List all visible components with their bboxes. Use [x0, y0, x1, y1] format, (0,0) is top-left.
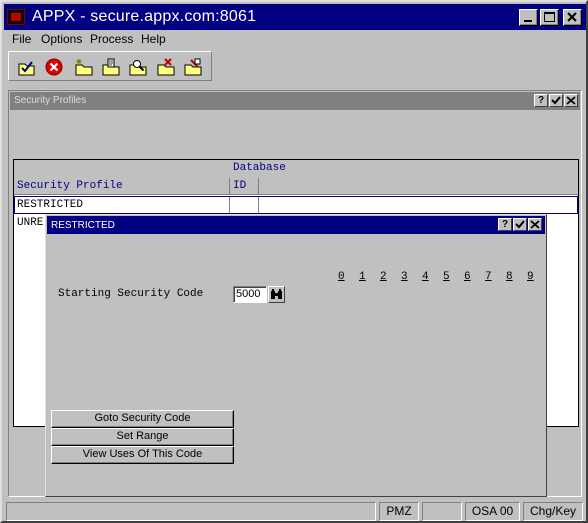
maximize-button[interactable]	[540, 9, 559, 26]
cell-divider	[229, 197, 230, 213]
new-folder-icon[interactable]	[73, 56, 95, 78]
security-profiles-titlebar[interactable]: Security Profiles ?	[10, 92, 580, 110]
menu-help[interactable]: Help	[141, 31, 166, 47]
set-range-button[interactable]: Set Range	[51, 428, 234, 446]
app-window: APPX - secure.appx.com:8061 File Options…	[0, 0, 588, 523]
profile-cell: UNRE	[17, 217, 44, 229]
delete-folder-icon[interactable]	[155, 56, 177, 78]
digit-label: 1	[359, 271, 366, 283]
digit-label: 7	[485, 271, 492, 283]
digit-label: 9	[527, 271, 534, 283]
status-pmz: PMZ	[379, 502, 419, 521]
dialog-title: RESTRICTED	[51, 220, 115, 231]
menu-options[interactable]: Options	[41, 31, 82, 47]
check-folder-icon[interactable]	[16, 56, 38, 78]
search-folder-icon[interactable]	[127, 56, 149, 78]
close-button[interactable]	[563, 9, 582, 26]
minimize-icon	[524, 20, 532, 22]
binoculars-icon	[271, 289, 282, 299]
status-chg-key: Chg/Key	[523, 502, 583, 521]
profile-cell: RESTRICTED	[17, 199, 84, 211]
cell-divider	[258, 197, 259, 213]
table-row[interactable]: RESTRICTED	[14, 196, 578, 214]
starting-security-code-field[interactable]: 5000	[233, 286, 267, 303]
restricted-dialog: RESTRICTED ? 0 1 2 3 4 5 6 7 8 9 Startin…	[45, 214, 547, 497]
close-icon	[566, 96, 576, 105]
digit-label: 3	[401, 271, 408, 283]
col-header-security-profile: Security Profile	[17, 180, 123, 192]
column-divider	[229, 178, 230, 195]
dialog-titlebar[interactable]: RESTRICTED ?	[47, 216, 545, 234]
lookup-button[interactable]	[268, 286, 285, 303]
close-icon	[530, 220, 540, 229]
digit-label: 6	[464, 271, 471, 283]
status-osa: OSA 00	[465, 502, 520, 521]
status-blank	[422, 502, 462, 521]
status-bar: PMZ OSA 00 Chg/Key	[4, 501, 586, 521]
checkmark-icon	[551, 96, 561, 105]
minimize-button[interactable]	[519, 9, 538, 26]
dialog-help-button[interactable]: ?	[498, 218, 512, 231]
window-title: APPX - secure.appx.com:8061	[32, 8, 257, 25]
digit-label: 5	[443, 271, 450, 283]
checkmark-icon	[515, 220, 525, 229]
security-profiles-title: Security Profiles	[14, 95, 87, 106]
table-header: Database Security Profile ID	[14, 160, 578, 195]
ok-button[interactable]	[549, 94, 563, 107]
title-bar[interactable]: APPX - secure.appx.com:8061	[4, 4, 586, 30]
clear-folder-icon[interactable]	[182, 56, 204, 78]
digit-label: 2	[380, 271, 387, 283]
starting-security-code-label: Starting Security Code	[58, 288, 204, 300]
dialog-ok-button[interactable]	[513, 218, 527, 231]
digit-label: 0	[338, 271, 345, 283]
menu-process[interactable]: Process	[90, 31, 133, 47]
dialog-close-button[interactable]	[528, 218, 542, 231]
help-icon: ?	[537, 95, 545, 106]
col-header-database: Database	[233, 162, 286, 174]
menu-file[interactable]: File	[12, 31, 31, 47]
edit-folder-icon[interactable]	[100, 56, 122, 78]
window-close-button[interactable]	[564, 94, 578, 107]
status-message	[6, 502, 376, 521]
appx-logo-icon[interactable]	[7, 9, 25, 25]
close-icon	[567, 12, 577, 22]
cancel-icon[interactable]	[43, 56, 65, 78]
help-button[interactable]: ?	[534, 94, 548, 107]
view-uses-button[interactable]: View Uses Of This Code	[51, 446, 234, 464]
maximize-icon	[544, 12, 555, 22]
toolbar	[8, 51, 212, 81]
digit-label: 4	[422, 271, 429, 283]
digit-label: 8	[506, 271, 513, 283]
goto-security-code-button[interactable]: Goto Security Code	[51, 410, 234, 428]
menu-bar: File Options Process Help	[4, 30, 586, 48]
help-icon: ?	[501, 219, 509, 230]
col-header-id: ID	[233, 180, 247, 192]
column-divider	[258, 178, 259, 195]
